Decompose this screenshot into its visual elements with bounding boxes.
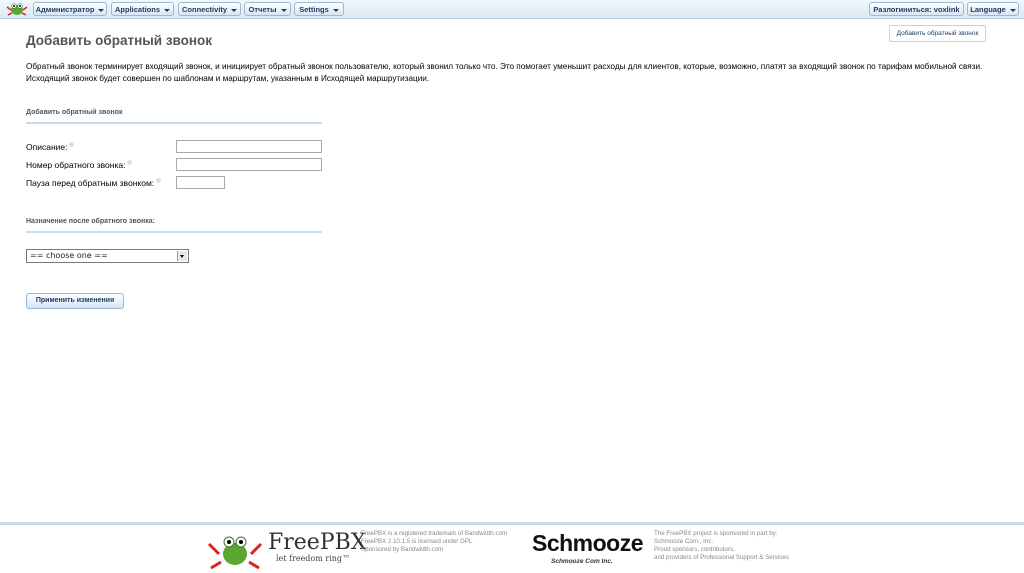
freepbx-frog-icon — [207, 536, 263, 570]
sponsor-line: Proud sponsors, contributors, — [654, 546, 735, 553]
add-callback-button[interactable]: Добавить обратный звонок — [889, 25, 986, 42]
callback-number-input[interactable] — [176, 158, 322, 171]
schmooze-subtitle: Schmooze Com Inc. — [551, 558, 613, 565]
schmooze-wordmark: Schmooze — [532, 530, 644, 556]
callback-number-label: Номер обратного звонка: — [26, 160, 133, 170]
freepbx-wordmark: FreePBX — [268, 530, 367, 555]
dropdown-arrow-icon[interactable] — [177, 251, 187, 261]
sponsor-line: The FreePBX project is sponsored in part… — [654, 530, 778, 537]
callback-delay-label-text: Пауза перед обратным звонком: — [26, 178, 155, 188]
menu-connectivity-label: Connectivity — [181, 5, 227, 14]
menu-reports[interactable]: Отчеты — [244, 2, 291, 16]
chevron-down-icon — [231, 8, 237, 12]
help-icon[interactable] — [127, 160, 133, 165]
callback-delay-label: Пауза перед обратным звонком: — [26, 178, 162, 188]
callback-number-label-text: Номер обратного звонка: — [26, 160, 126, 170]
callback-delay-input[interactable] — [176, 176, 225, 189]
freepbx-legal-line: FreePBX 2.10.1.5 is licensed under GPL — [361, 538, 473, 545]
freepbx-legal-line: FreePBX is a registered trademark of Ban… — [361, 530, 508, 537]
destination-select[interactable]: == choose one == — [26, 249, 189, 263]
chevron-down-icon — [98, 8, 105, 12]
destination-select-value: == choose one == — [30, 251, 108, 260]
page-description: Обратный звонок терминирует входящий зво… — [26, 62, 983, 83]
menu-reports-label: Отчеты — [248, 5, 277, 14]
chevron-down-icon — [164, 8, 170, 12]
sponsor-line: and providers of Professional Support & … — [654, 554, 789, 561]
page-title: Добавить обратный звонок — [26, 33, 213, 48]
menu-settings-label: Settings — [299, 5, 329, 14]
menu-admin-label: Администратор — [35, 5, 95, 14]
description-label: Описание: — [26, 142, 75, 152]
menu-applications-label: Applications — [114, 5, 160, 14]
chevron-down-icon — [332, 8, 339, 12]
menu-connectivity[interactable]: Connectivity — [178, 2, 241, 16]
language-label: Language — [970, 5, 1006, 14]
chevron-down-icon — [1009, 8, 1016, 12]
footer: FreePBX let freedom ring™ FreePBX is a r… — [0, 522, 1024, 573]
menu-applications[interactable]: Applications — [111, 2, 174, 16]
chevron-down-icon — [280, 8, 287, 12]
freepbx-legal-text: FreePBX is a registered trademark of Ban… — [361, 530, 507, 554]
menu-admin[interactable]: Администратор — [33, 2, 107, 16]
freepbx-frog-logo-icon[interactable] — [5, 1, 29, 17]
description-label-text: Описание: — [26, 142, 68, 152]
logout-button[interactable]: Разлогиниться: voxlink — [869, 2, 964, 16]
sponsor-text: The FreePBX project is sponsored in part… — [654, 530, 789, 562]
apply-changes-button[interactable]: Применить изменения — [26, 293, 124, 309]
freepbx-legal-line: Sponsored by Bandwidth.com — [361, 546, 444, 553]
section-heading-add-callback: Добавить обратный звонок — [26, 109, 322, 124]
language-menu[interactable]: Language — [967, 2, 1019, 16]
menu-settings[interactable]: Settings — [294, 2, 344, 16]
freepbx-slogan: let freedom ring™ — [276, 554, 351, 563]
description-input[interactable] — [176, 140, 322, 153]
top-nav-bar: Администратор Applications Connectivity … — [0, 0, 1024, 19]
sponsor-line: Schmooze Com., Inc. — [654, 538, 714, 545]
help-icon[interactable] — [156, 178, 162, 183]
section-heading-destination: Назначение после обратного звонка: — [26, 218, 322, 233]
logout-label: Разлогиниться: voxlink — [873, 5, 960, 14]
help-icon[interactable] — [69, 142, 75, 147]
